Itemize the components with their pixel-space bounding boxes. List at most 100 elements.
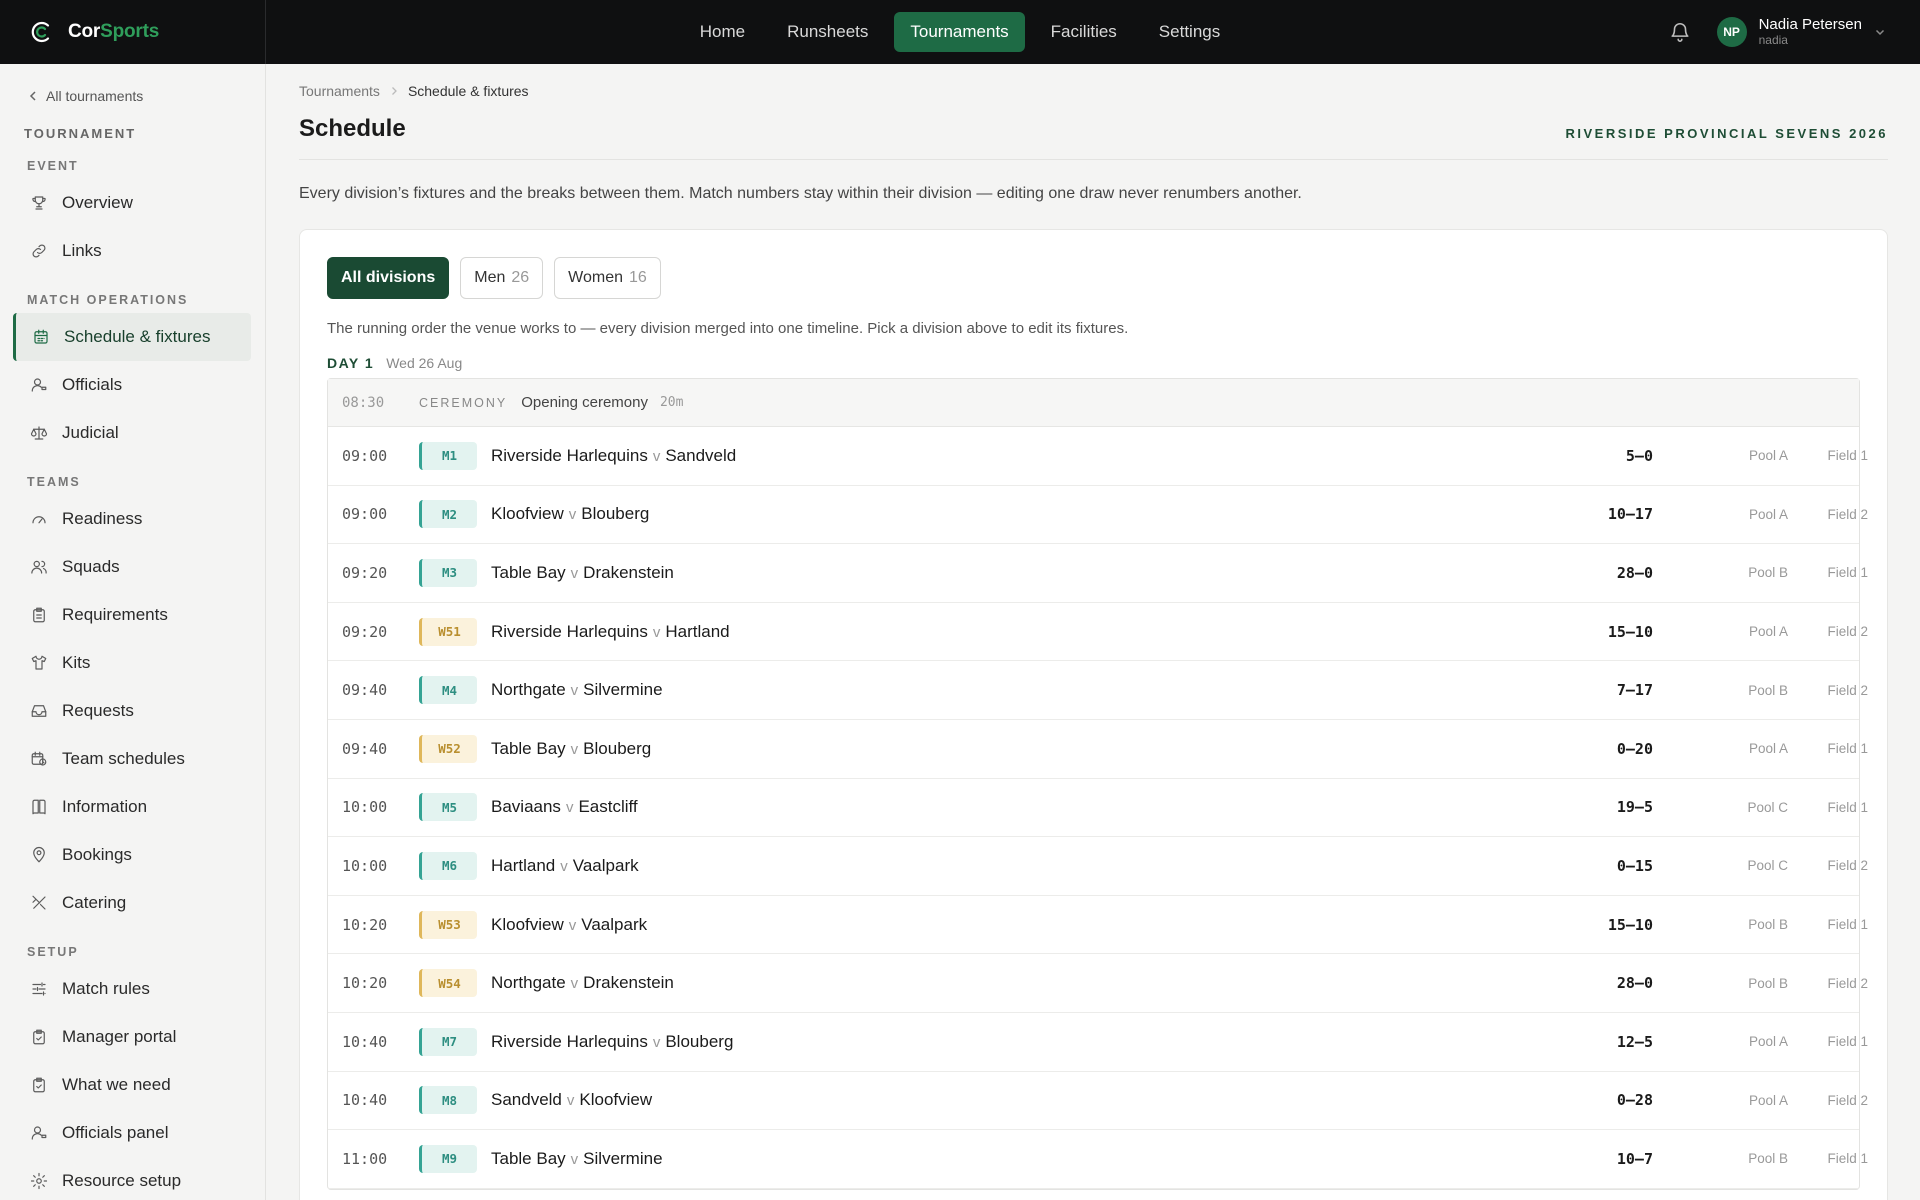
filter-women[interactable]: Women 16 — [554, 257, 661, 299]
nav-item-home[interactable]: Home — [684, 12, 761, 52]
versus-separator: v — [560, 857, 568, 875]
fixture-score: 28–0 — [1616, 563, 1653, 582]
fixture-row[interactable]: 09:20 M3 Table Bay v Drakenstein 28–0 Pool B Fi… — [328, 544, 1868, 603]
match-code-badge: M7 — [419, 1027, 477, 1056]
sidebar-item-information[interactable]: Information — [0, 783, 251, 831]
fixture-score: 10–17 — [1607, 505, 1653, 524]
home-team: Table Bay — [491, 1148, 566, 1168]
division-filters: All divisions Men 26 Women 16 — [327, 257, 1860, 299]
away-team: Blouberg — [581, 504, 650, 524]
sidebar-item-label: Information — [62, 797, 148, 816]
sidebar-item-squads[interactable]: Squads — [0, 543, 251, 591]
versus-separator: v — [570, 564, 579, 582]
sidebar-item-label: Bookings — [62, 845, 132, 864]
fixture-row[interactable]: 09:20 W51 Riverside Harlequins v Hartland 15–… — [328, 603, 1868, 662]
back-to-tournaments-link[interactable]: All tournaments — [0, 64, 265, 104]
sidebar-item-manager-portal[interactable]: Manager portal — [0, 1013, 251, 1061]
filter-label: All divisions — [341, 269, 436, 286]
fixture-time: 10:40 — [342, 1032, 388, 1051]
fixture-row[interactable]: 10:00 M6 Hartland v Vaalpark 0–15 Pool C Field … — [328, 837, 1868, 896]
fixture-row[interactable]: 09:40 M4 Northgate v Silvermine 7–17 Pool B Fie… — [328, 661, 1868, 720]
fixture-row[interactable]: 09:00 M1 Riverside Harlequins v Sandveld 5–0 P… — [328, 427, 1868, 486]
sidebar-item-requirements[interactable]: Requirements — [0, 591, 251, 639]
fixture-row[interactable]: 10:00 M5 Baviaans v Eastcliff 19–5 Pool C Field… — [328, 779, 1868, 838]
match-code-badge: M6 — [419, 851, 477, 880]
fixture-teams: Hartland v Vaalpark — [491, 856, 639, 876]
fixture-row[interactable]: 10:40 M8 Sandveld v Kloofview 0–28 Pool A Field… — [328, 1072, 1868, 1131]
user-menu[interactable]: NP Nadia Petersen nadia — [1716, 17, 1886, 47]
sidebar-item-officials[interactable]: Officials — [0, 361, 251, 409]
sidebar-item-officials-panel[interactable]: Officials panel — [0, 1109, 251, 1157]
fixture-score: 19–5 — [1616, 798, 1653, 817]
fixture-teams: Table Bay v Drakenstein — [491, 563, 674, 583]
sidebar-item-resource-setup[interactable]: Resource setup — [0, 1157, 251, 1200]
fixture-teams: Table Bay v Silvermine — [491, 1149, 663, 1169]
filter-all-divisions[interactable]: All divisions — [327, 257, 450, 299]
versus-separator: v — [570, 975, 579, 993]
fixture-field: Field 2 — [1827, 506, 1868, 522]
fixture-row[interactable]: 09:00 M2 Kloofview v Blouberg 10–17 Pool A Fiel… — [328, 486, 1868, 545]
fixture-teams: Baviaans v Eastcliff — [491, 797, 638, 817]
match-code-badge: M2 — [419, 500, 477, 529]
fixture-score: 10–7 — [1616, 1149, 1653, 1168]
fixture-time: 10:00 — [342, 798, 388, 817]
nav-item-facilities[interactable]: Facilities — [1035, 12, 1133, 52]
sidebar-item-schedule-and-fixtures[interactable]: Schedule & fixtures — [13, 313, 251, 361]
breadcrumb-tournaments[interactable]: Tournaments — [299, 83, 380, 99]
sidebar-item-bookings[interactable]: Bookings — [0, 831, 251, 879]
sidebar-item-label: Manager portal — [62, 1027, 177, 1046]
fixture-row[interactable]: 11:00 M9 Table Bay v Silvermine 10–7 Pool B Fie… — [328, 1130, 1868, 1189]
versus-separator: v — [565, 799, 574, 817]
fixture-row[interactable]: 10:40 M7 Riverside Harlequins v Blouberg 12–5… — [328, 1013, 1868, 1072]
inbox-icon — [31, 705, 47, 717]
users-icon — [31, 560, 47, 574]
timeline-note: The running order the venue works to — e… — [327, 320, 1129, 337]
fixture-teams: Riverside Harlequins v Hartland — [491, 622, 730, 642]
page-title: Schedule — [299, 115, 406, 142]
sidebar-item-label: Links — [62, 241, 102, 260]
filter-men[interactable]: Men 26 — [460, 257, 544, 299]
bell-icon[interactable] — [1669, 21, 1691, 43]
fixture-row[interactable]: 10:20 W53 Kloofview v Vaalpark 15–10 Pool B Fie… — [328, 896, 1868, 955]
sidebar-item-match-rules[interactable]: Match rules — [0, 965, 251, 1013]
fixture-time: 09:40 — [342, 739, 388, 758]
tournament-name: RIVERSIDE PROVINCIAL SEVENS 2026 — [1565, 126, 1888, 141]
away-team: Vaalpark — [572, 855, 639, 875]
nav-item-runsheets[interactable]: Runsheets — [771, 12, 884, 52]
breadcrumb: Tournaments Schedule & fixtures — [299, 83, 1888, 99]
sidebar-group-title: MATCH OPERATIONS — [27, 293, 189, 307]
avatar: NP — [1716, 17, 1747, 47]
sidebar-item-readiness[interactable]: Readiness — [0, 495, 251, 543]
sidebar-item-label: Resource setup — [62, 1171, 182, 1190]
ceremony-row[interactable]: 08:30 CEREMONY Opening ceremony 20m — [328, 379, 1859, 427]
sidebar-item-what-we-need[interactable]: What we need — [0, 1061, 251, 1109]
fixture-time: 09:00 — [342, 446, 388, 465]
fixture-teams: Sandveld v Kloofview — [491, 1090, 652, 1110]
sidebar-item-overview[interactable]: Overview — [0, 179, 251, 227]
sidebar-group-title: EVENT — [27, 159, 79, 173]
home-team: Northgate — [491, 973, 566, 993]
sidebar-item-kits[interactable]: Kits — [0, 639, 251, 687]
nav-item-tournaments[interactable]: Tournaments — [894, 12, 1025, 52]
brand[interactable]: CorSports — [0, 0, 266, 64]
top-bar: CorSports Home Runsheets Tournaments Facili… — [0, 0, 1920, 64]
book-icon — [32, 799, 46, 815]
sidebar-item-label: What we need — [62, 1075, 171, 1094]
brand-name: CorSports — [68, 21, 160, 42]
ceremony-kind: CEREMONY — [419, 395, 508, 410]
fixture-score: 15–10 — [1607, 915, 1653, 934]
versus-separator: v — [652, 447, 661, 465]
fixture-score: 0–15 — [1616, 856, 1653, 875]
match-code-badge: M4 — [419, 676, 477, 705]
sidebar-item-judicial[interactable]: Judicial — [0, 409, 251, 457]
fixture-row[interactable]: 10:20 W54 Northgate v Drakenstein 28–0 Pool BF… — [328, 954, 1868, 1013]
fixture-row[interactable]: 09:40 W52 Table Bay v Blouberg 0–20 Pool A Fiel… — [328, 720, 1868, 779]
sidebar-item-catering[interactable]: Catering — [0, 879, 251, 927]
sidebar-item-team-schedules[interactable]: Team schedules — [0, 735, 251, 783]
away-team: Sandveld — [665, 445, 737, 465]
sidebar-item-label: Team schedules — [62, 749, 185, 768]
sidebar-item-requests[interactable]: Requests — [0, 687, 251, 735]
sidebar-item-links[interactable]: Links — [0, 227, 251, 275]
match-code-badge: M3 — [419, 558, 477, 587]
nav-item-settings[interactable]: Settings — [1143, 12, 1236, 52]
